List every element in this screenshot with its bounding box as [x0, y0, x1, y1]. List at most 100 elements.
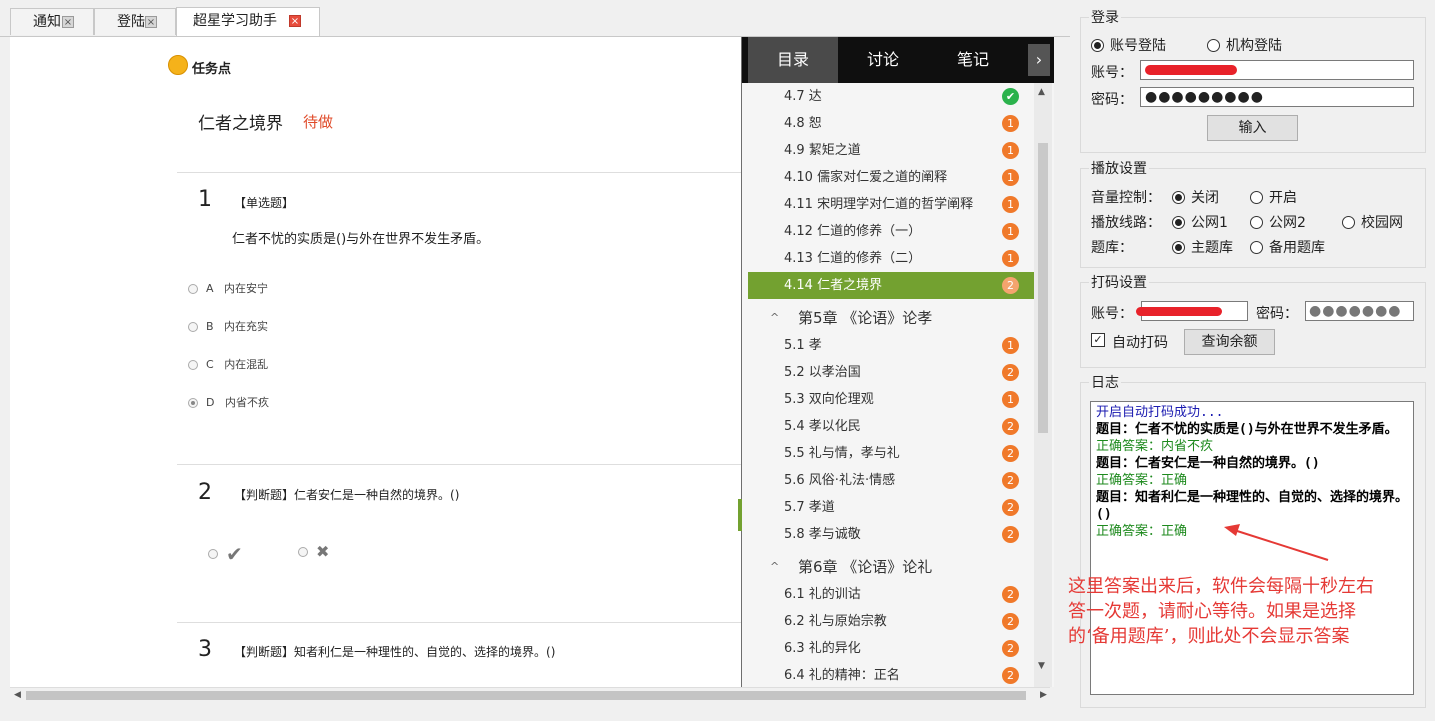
divider	[177, 622, 742, 623]
list-item[interactable]: 4.12 仁道的修养（一） 1	[748, 218, 1034, 245]
task-count-badge: 2	[1002, 667, 1019, 684]
radio-account-login[interactable]: 账号登陆	[1091, 35, 1166, 55]
task-count-badge: 2	[1002, 364, 1019, 381]
list-item[interactable]: 6.3 礼的异化 2	[748, 635, 1034, 662]
check-icon: ✔	[226, 542, 243, 566]
tab-catalog[interactable]: 目录	[748, 37, 838, 83]
scroll-up-icon[interactable]: ▲	[1038, 87, 1045, 97]
list-item[interactable]: 4.13 仁道的修养（二） 1	[748, 245, 1034, 272]
list-item[interactable]: 4.10 儒家对仁爱之道的阐释 1	[748, 164, 1034, 191]
list-item[interactable]: 6.4 礼的精神：正名 2	[748, 662, 1034, 687]
list-item[interactable]: 4.7 达 ✔	[748, 83, 1034, 110]
task-count-badge: 1	[1002, 142, 1019, 159]
list-item[interactable]: 4.9 絜矩之道 1	[748, 137, 1034, 164]
list-item[interactable]: 5.1 孝 1	[748, 332, 1034, 359]
radio-bank-backup[interactable]: 备用题库	[1250, 237, 1325, 257]
option-false[interactable]: ✖	[298, 542, 329, 561]
query-balance-button[interactable]: 查询余额	[1184, 329, 1275, 355]
item-label: 6.3 礼的异化	[784, 641, 861, 656]
auto-captcha-label[interactable]: 自动打码	[1112, 332, 1168, 352]
login-submit-button[interactable]: 输入	[1207, 115, 1298, 141]
scroll-right-icon[interactable]: ▶	[1040, 690, 1047, 700]
option-d[interactable]: D 内省不疚	[188, 394, 269, 410]
radio-icon[interactable]	[1172, 241, 1185, 254]
radio-route-1[interactable]: 公网1	[1172, 212, 1228, 232]
tab-notes[interactable]: 笔记	[928, 37, 1018, 83]
checkbox-checked-icon[interactable]: ✓	[1091, 333, 1105, 347]
list-item[interactable]: 4.8 恕 1	[748, 110, 1034, 137]
option-a[interactable]: A 内在安宁	[188, 280, 268, 296]
sidebar-scrollbar[interactable]: ▲ ▼	[1034, 83, 1052, 687]
tab-chaoxing-assistant[interactable]: 超星学习助手 ×	[176, 7, 320, 36]
radio-icon[interactable]	[1172, 216, 1185, 229]
list-item[interactable]: 6.1 礼的训诂 2	[748, 581, 1034, 608]
scrollbar-thumb[interactable]	[1038, 143, 1048, 433]
list-item[interactable]: 5.2 以孝治国 2	[748, 359, 1034, 386]
question-line: 【判断题】仁者安仁是一种自然的境界。()	[234, 486, 459, 503]
option-true[interactable]: ✔	[208, 542, 243, 566]
radio-icon[interactable]	[188, 360, 198, 370]
radio-org-login[interactable]: 机构登陆	[1207, 35, 1282, 55]
option-letter: C	[206, 358, 214, 371]
task-content: 任务点 仁者之境界 待做 1 【单选题】 仁者不忧的实质是()与外在世界不发生矛…	[10, 37, 742, 687]
chapter-label: 第6章 《论语》论礼	[798, 558, 933, 576]
radio-icon[interactable]	[1250, 241, 1263, 254]
list-item[interactable]: 5.4 孝以化民 2	[748, 413, 1034, 440]
account-input[interactable]	[1140, 60, 1414, 80]
radio-icon[interactable]	[188, 284, 198, 294]
password-input[interactable]: ●●●●●●●●●	[1140, 87, 1414, 107]
radio-icon[interactable]	[1172, 191, 1185, 204]
tab-notice[interactable]: 通知 ×	[10, 8, 94, 35]
radio-icon[interactable]	[1091, 39, 1104, 52]
radio-bank-main[interactable]: 主题库	[1172, 237, 1233, 257]
list-item[interactable]: 5.3 双向伦理观 1	[748, 386, 1034, 413]
chapter-6[interactable]: ^ 第6章 《论语》论礼	[748, 552, 1034, 582]
chapter-label: 第5章 《论语》论孝	[798, 309, 933, 327]
captcha-account-input[interactable]	[1136, 301, 1248, 321]
item-label: 4.11 宋明理学对仁道的哲学阐释	[784, 197, 974, 212]
radio-icon[interactable]	[188, 398, 198, 408]
chapter-5[interactable]: ^ 第5章 《论语》论孝	[748, 303, 1034, 333]
item-label: 5.4 孝以化民	[784, 419, 861, 434]
question-type: 【判断题】	[234, 488, 295, 502]
list-item[interactable]: 4.11 宋明理学对仁道的哲学阐释 1	[748, 191, 1034, 218]
close-icon[interactable]: ×	[145, 16, 157, 28]
option-b[interactable]: B 内在充实	[188, 318, 268, 334]
radio-icon[interactable]	[208, 549, 218, 559]
radio-icon[interactable]	[1207, 39, 1220, 52]
radio-icon[interactable]	[298, 546, 308, 557]
radio-volume-on[interactable]: 开启	[1250, 187, 1297, 207]
scrollbar-thumb[interactable]	[26, 691, 1026, 700]
list-item[interactable]: 5.6 风俗·礼法·情感 2	[748, 467, 1034, 494]
scroll-down-icon[interactable]: ▼	[1038, 661, 1045, 671]
item-label: 4.14 仁者之境界	[784, 278, 883, 293]
task-count-badge: 2	[1002, 613, 1019, 630]
captcha-password-input[interactable]: ●●●●●●●	[1305, 301, 1414, 321]
chevron-up-icon[interactable]: ^	[770, 552, 779, 582]
captcha-password-label: 密码：	[1256, 306, 1298, 322]
close-icon[interactable]: ×	[62, 16, 74, 28]
task-title: 仁者之境界	[198, 114, 283, 134]
chevron-right-icon[interactable]: ›	[1028, 44, 1050, 76]
list-item[interactable]: 6.2 礼与原始宗教 2	[748, 608, 1034, 635]
task-count-badge: 1	[1002, 169, 1019, 186]
chevron-up-icon[interactable]: ^	[770, 303, 779, 333]
radio-route-2[interactable]: 公网2	[1250, 212, 1306, 232]
tab-discussion[interactable]: 讨论	[838, 37, 928, 83]
tab-login[interactable]: 登陆 ×	[94, 8, 176, 35]
list-item[interactable]: 5.5 礼与情，孝与礼 2	[748, 440, 1034, 467]
radio-icon[interactable]	[188, 322, 198, 332]
horizontal-scrollbar[interactable]: ◀ ▶	[10, 687, 1050, 703]
radio-route-campus[interactable]: 校园网	[1342, 212, 1403, 232]
list-item-active[interactable]: 4.14 仁者之境界 2	[748, 272, 1034, 299]
list-item[interactable]: 5.8 孝与诚敬 2	[748, 521, 1034, 548]
radio-icon[interactable]	[1342, 216, 1355, 229]
option-c[interactable]: C 内在混乱	[188, 356, 268, 372]
radio-volume-off[interactable]: 关闭	[1172, 187, 1219, 207]
radio-icon[interactable]	[1250, 191, 1263, 204]
close-icon[interactable]: ×	[289, 15, 301, 27]
radio-icon[interactable]	[1250, 216, 1263, 229]
list-item[interactable]: 5.7 孝道 2	[748, 494, 1034, 521]
question-number: 3	[198, 637, 212, 662]
scroll-left-icon[interactable]: ◀	[14, 690, 21, 700]
